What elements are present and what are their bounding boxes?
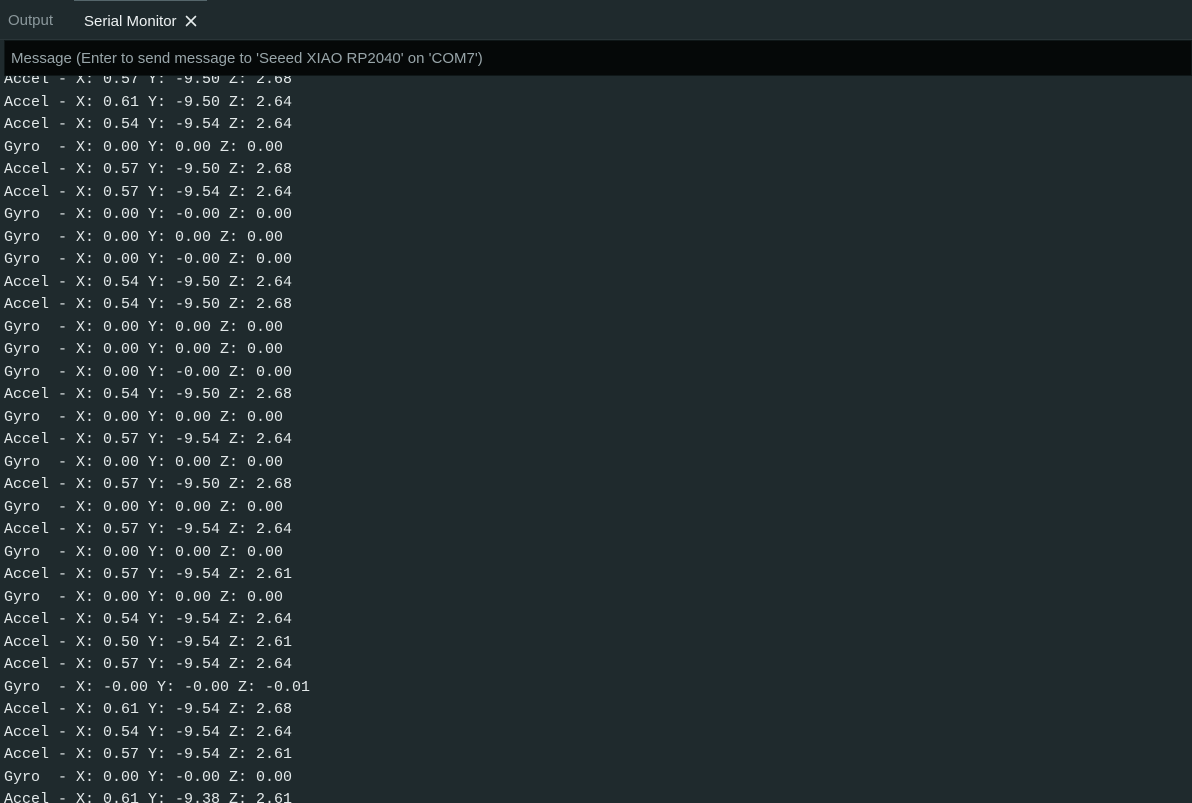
panel-tab-bar: Output Serial Monitor [0,0,1192,40]
close-icon[interactable] [185,15,197,27]
serial-output-line: Accel - X: 0.54 Y: -9.50 Z: 2.68 [4,386,293,403]
serial-output-line: Accel - X: 0.57 Y: -9.54 Z: 2.61 [4,746,293,763]
serial-output-line: Accel - X: 0.54 Y: -9.50 Z: 2.64 [4,273,293,291]
serial-output-line: Accel - X: 0.61 Y: -9.54 Z: 2.68 [4,701,293,718]
serial-output-line: Accel - X: 0.57 Y: -9.54 Z: 2.64 [4,521,293,538]
message-bar [4,40,1192,76]
serial-output-line: Gyro - X: -0.00 Y: -0.00 Z: -0.01 [4,678,311,696]
serial-output-line: Gyro - X: 0.00 Y: 0.00 Z: 0.00 [4,318,284,336]
serial-output-line: Gyro - X: 0.00 Y: -0.00 Z: 0.00 [4,768,293,786]
ide-bottom-panel: Output Serial Monitor Accel - X: 0.57 Y:… [0,0,1192,803]
serial-output-line: Gyro - X: 0.00 Y: 0.00 Z: 0.00 [4,408,284,426]
serial-output-line: Gyro - X: 0.00 Y: -0.00 Z: 0.00 [4,206,293,223]
tab-serial-monitor[interactable]: Serial Monitor [74,0,207,40]
serial-output-line: Accel - X: 0.57 Y: -9.50 Z: 2.68 [4,76,293,88]
serial-output-line: Gyro - X: 0.00 Y: 0.00 Z: 0.00 [4,341,284,358]
serial-output-line: Gyro - X: 0.00 Y: 0.00 Z: 0.00 [4,453,284,471]
tab-output[interactable]: Output [8,0,53,40]
serial-output-line: Accel - X: 0.54 Y: -9.54 Z: 2.64 [4,116,293,133]
tab-serial-monitor-label: Serial Monitor [84,13,177,30]
serial-output-line: Accel - X: 0.57 Y: -9.54 Z: 2.64 [4,656,293,673]
serial-output-line: Accel - X: 0.50 Y: -9.54 Z: 2.61 [4,633,293,651]
serial-output-line: Gyro - X: 0.00 Y: 0.00 Z: 0.00 [4,138,284,156]
serial-output-lines: Accel - X: 0.57 Y: -9.50 Z: 2.68 Accel - … [4,76,310,803]
serial-output-line: Gyro - X: 0.00 Y: 0.00 Z: 0.00 [4,588,284,606]
serial-output-line: Gyro - X: 0.00 Y: 0.00 Z: 0.00 [4,498,284,516]
serial-output-line: Gyro - X: 0.00 Y: 0.00 Z: 0.00 [4,228,284,246]
serial-output-line: Accel - X: 0.57 Y: -9.50 Z: 2.68 [4,161,293,178]
serial-output-line: Accel - X: 0.54 Y: -9.50 Z: 2.68 [4,296,293,313]
serial-output-line: Accel - X: 0.57 Y: -9.54 Z: 2.64 [4,183,293,201]
serial-output[interactable]: Accel - X: 0.57 Y: -9.50 Z: 2.68 Accel - … [0,76,1192,803]
serial-output-line: Accel - X: 0.57 Y: -9.54 Z: 2.61 [4,566,293,583]
serial-output-line: Accel - X: 0.54 Y: -9.54 Z: 2.64 [4,611,293,628]
serial-output-line: Accel - X: 0.61 Y: -9.50 Z: 2.64 [4,93,293,111]
serial-output-line: Gyro - X: 0.00 Y: -0.00 Z: 0.00 [4,251,293,268]
serial-output-line: Gyro - X: 0.00 Y: 0.00 Z: 0.00 [4,543,284,561]
serial-output-line: Accel - X: 0.57 Y: -9.50 Z: 2.68 [4,476,293,493]
serial-output-line: Gyro - X: 0.00 Y: -0.00 Z: 0.00 [4,363,293,381]
serial-output-line: Accel - X: 0.61 Y: -9.38 Z: 2.61 [4,791,293,803]
message-input[interactable] [5,41,1191,75]
serial-output-line: Accel - X: 0.54 Y: -9.54 Z: 2.64 [4,723,293,741]
tab-output-label: Output [8,12,54,29]
serial-output-line: Accel - X: 0.57 Y: -9.54 Z: 2.64 [4,431,293,448]
